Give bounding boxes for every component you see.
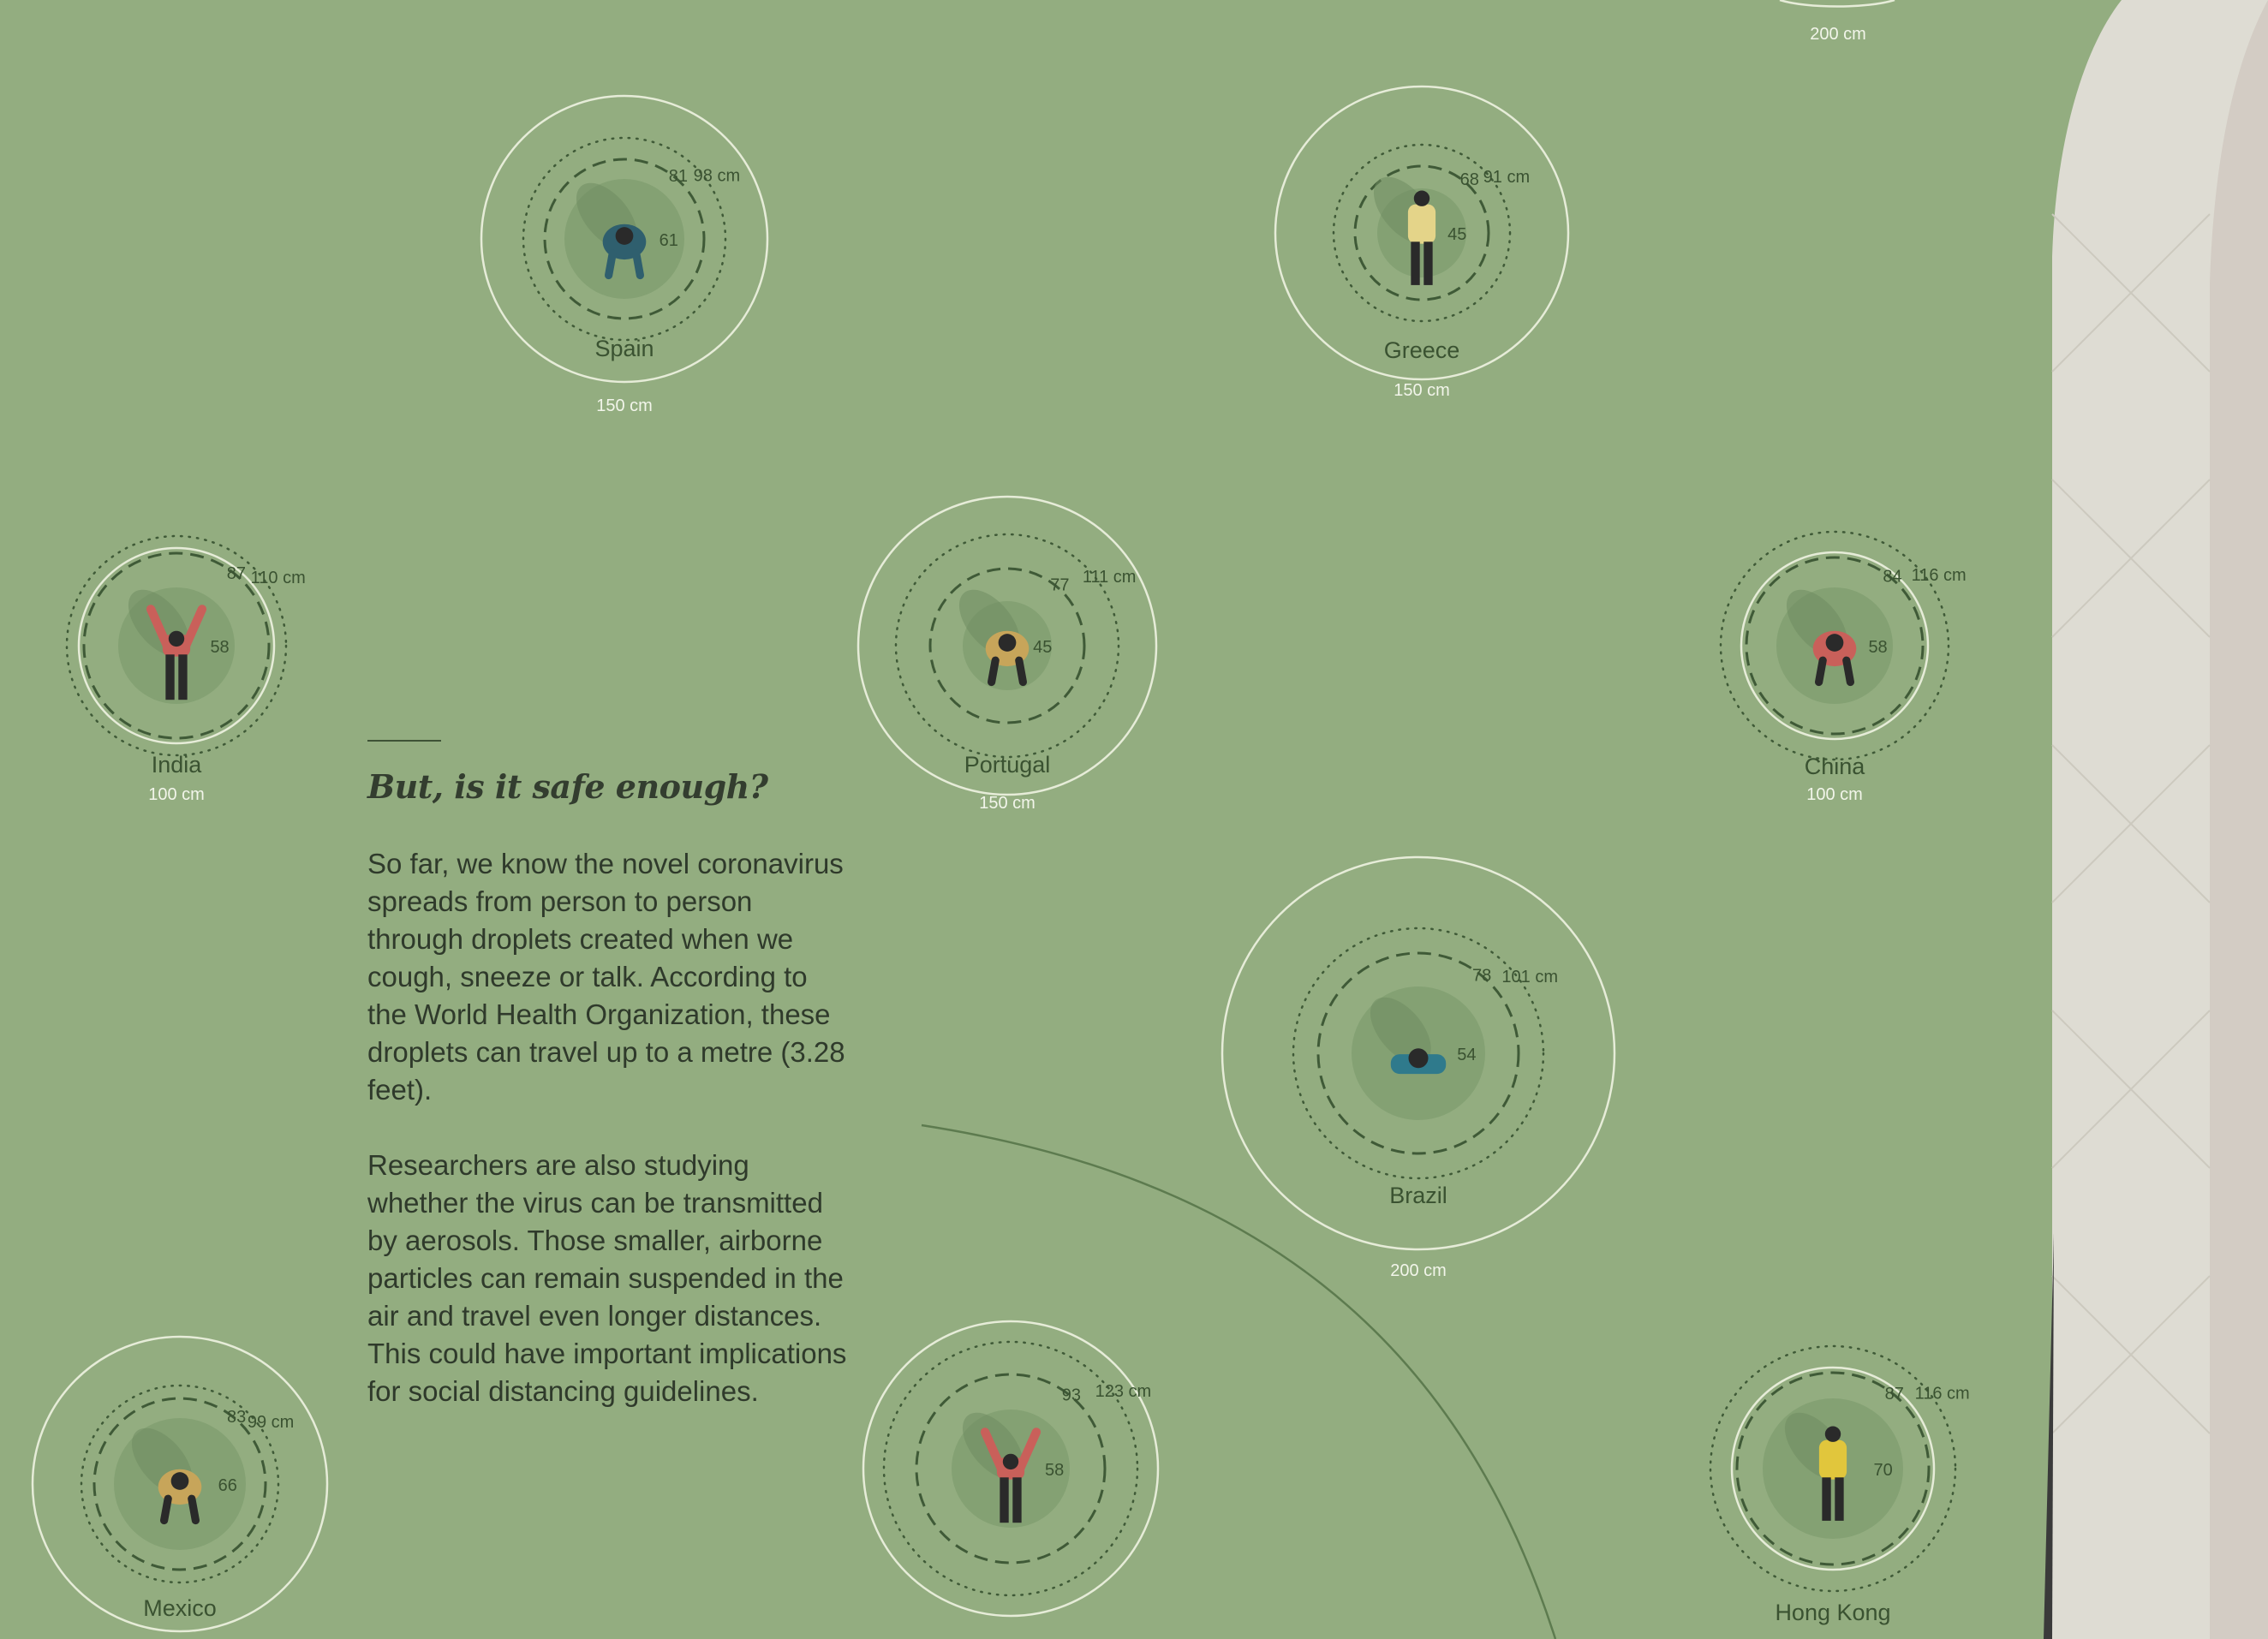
inner-reach-label: 70 [1874, 1461, 1893, 1480]
mid-reach-label: 77 [1050, 575, 1069, 594]
guideline-distance-label: 150 cm [596, 396, 653, 415]
inner-reach-label: 61 [660, 231, 678, 250]
outer-reach-label: 110 cm [251, 569, 306, 587]
mid-reach-label: 87 [227, 564, 246, 583]
story-paragraph-2: Researchers are also studying whether th… [367, 1149, 847, 1407]
story-heading: But, is it safe enough? [367, 767, 768, 806]
inner-reach-label: 58 [1868, 638, 1887, 657]
mid-reach-label: 87 [1885, 1385, 1904, 1404]
outer-reach-label: 98 cm [694, 166, 740, 185]
country-name-label: Hong Kong [1775, 1600, 1890, 1625]
outer-reach-label: 123 cm [1095, 1382, 1152, 1401]
outer-reach-label: 111 cm [1083, 568, 1137, 587]
guideline-distance-label: 200 cm [1390, 1261, 1447, 1280]
story-paragraph-1: So far, we know the novel coronavirus sp… [367, 848, 845, 1106]
country-name-label: Spain [594, 336, 654, 361]
country-name-label: India [152, 752, 203, 778]
country-name-label: China [1805, 754, 1866, 779]
mid-reach-label: 78 [1472, 966, 1491, 985]
inner-reach-label: 45 [1447, 225, 1466, 244]
outer-reach-label: 116 cm [1912, 566, 1967, 585]
outer-reach-label: 91 cm [1483, 168, 1530, 187]
outer-reach-label: 99 cm [248, 1413, 294, 1432]
outer-reach-label: 101 cm [1501, 968, 1558, 986]
country-name-label: Greece [1384, 337, 1460, 363]
inner-reach-label: 45 [1033, 638, 1052, 657]
guideline-distance-label: 150 cm [1394, 381, 1450, 400]
country-name-label: Portugal [964, 752, 1051, 778]
story-block: But, is it safe enough? So far, we know … [367, 740, 847, 1448]
sidebar-shadow [2210, 0, 2268, 1639]
inner-reach-label: 54 [1457, 1046, 1476, 1064]
guideline-distance-label: 100 cm [148, 785, 205, 804]
offscreen-guideline-label: 200 cm [1810, 25, 1866, 44]
country-name-label: Mexico [143, 1595, 217, 1621]
guideline-distance-label: 100 cm [1806, 785, 1863, 804]
guideline-distance-label: 150 cm [979, 794, 1036, 813]
heading-rule [367, 740, 441, 742]
inner-reach-label: 58 [1045, 1461, 1064, 1480]
distancing-map: 200 cm 98 cm 81 61 Spain 150 cm 91 cm68 45 Gree… [0, 0, 2268, 1639]
mid-reach-label: 84 [1883, 568, 1901, 587]
mid-reach-label: 81 [669, 167, 688, 186]
country-name-label: Brazil [1389, 1183, 1447, 1208]
inner-reach-label: 66 [218, 1476, 237, 1495]
sidebar-panel [2044, 0, 2268, 1639]
mid-reach-label: 68 [1460, 170, 1479, 189]
inner-reach-label: 58 [210, 638, 229, 657]
outer-reach-label: 116 cm [1915, 1385, 1970, 1404]
mid-reach-label: 83 [227, 1408, 246, 1427]
mid-reach-label: 93 [1062, 1386, 1081, 1404]
